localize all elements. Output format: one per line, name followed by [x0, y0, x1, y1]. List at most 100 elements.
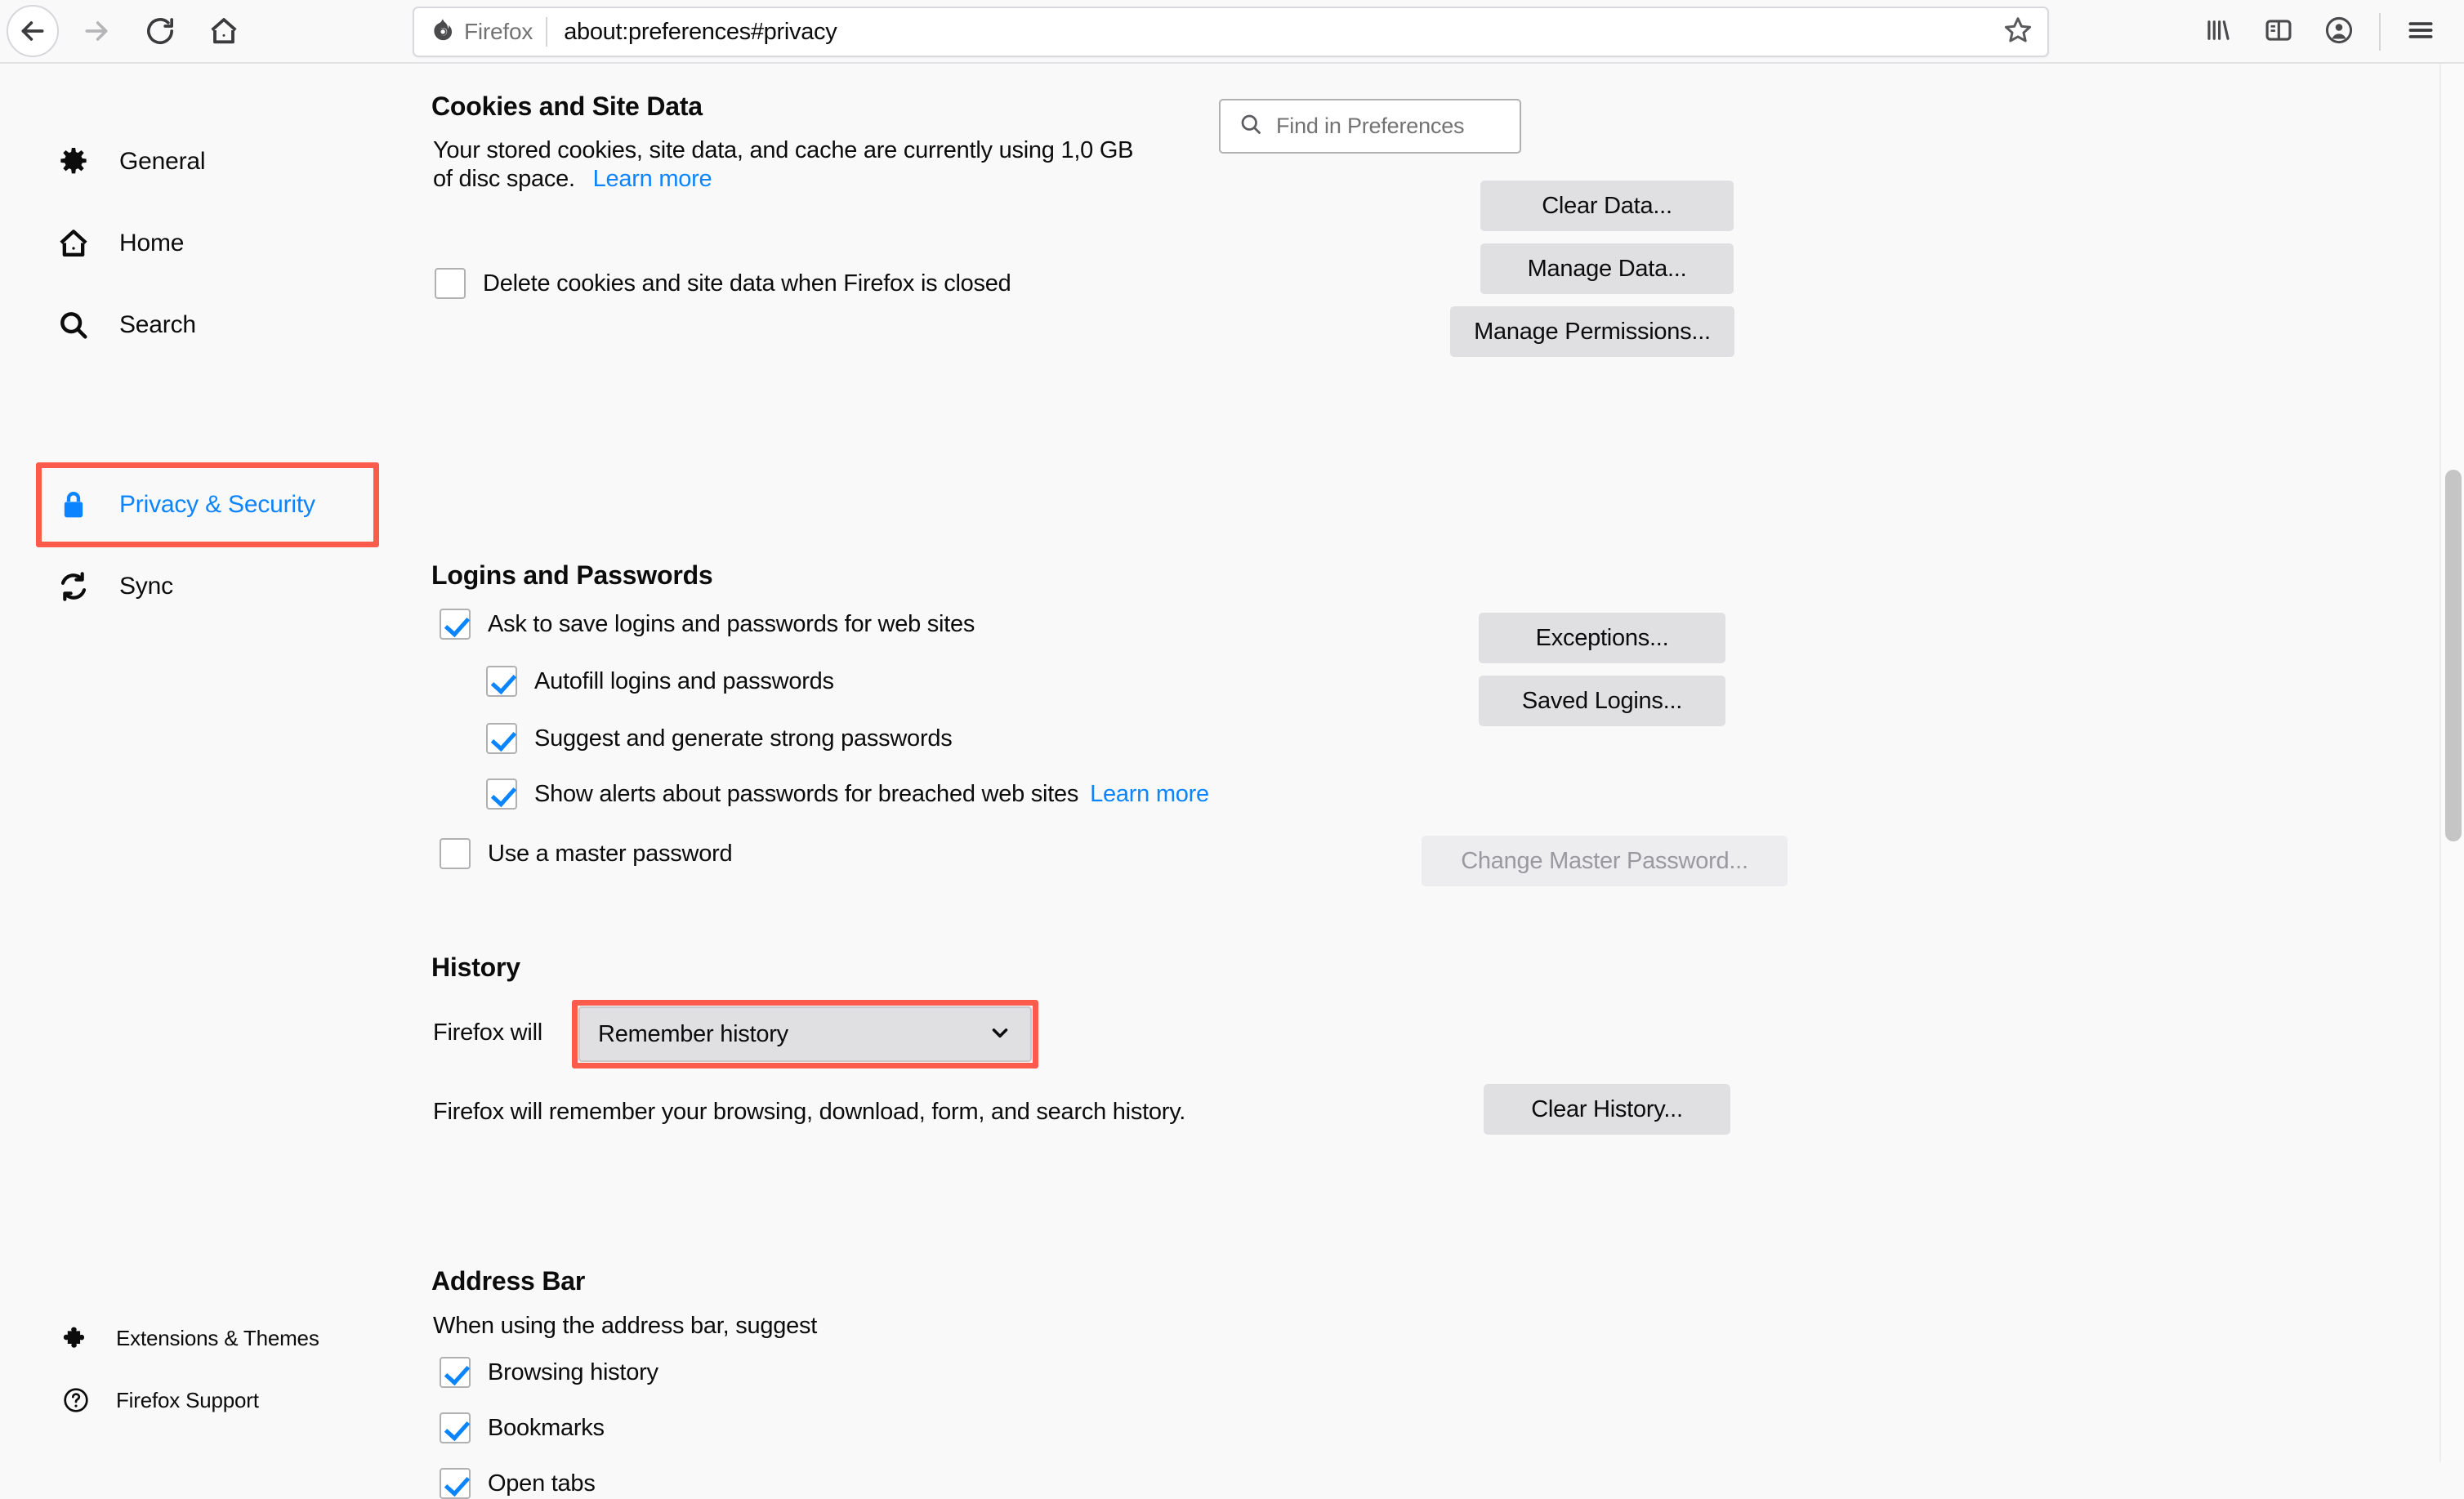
- identity-label: Firefox: [464, 19, 533, 45]
- home-icon: [208, 15, 240, 47]
- breach-alerts-learn-more-link[interactable]: Learn more: [1090, 781, 1209, 807]
- manage-data-button[interactable]: Manage Data...: [1480, 243, 1734, 294]
- cookies-description-line1: Your stored cookies, site data, and cach…: [433, 137, 1133, 163]
- section-title-address-bar: Address Bar: [431, 1266, 585, 1296]
- url-input[interactable]: about:preferences#privacy: [564, 19, 1993, 46]
- ask-to-save-logins-checkbox[interactable]: [440, 609, 471, 640]
- cookies-learn-more-link[interactable]: Learn more: [593, 166, 712, 192]
- sidebar-item-label: General: [119, 148, 205, 176]
- ask-to-save-logins-row[interactable]: Ask to save logins and passwords for web…: [440, 609, 975, 640]
- suggest-open-tabs-label: Open tabs: [488, 1470, 596, 1497]
- sync-icon: [57, 570, 101, 603]
- puzzle-piece-icon: [62, 1324, 100, 1352]
- firefox-logo-icon: [429, 16, 457, 48]
- lock-icon: [57, 489, 101, 521]
- suggest-strong-passwords-label: Suggest and generate strong passwords: [534, 725, 952, 752]
- account-button[interactable]: [2309, 6, 2369, 58]
- suggest-bookmarks-checkbox[interactable]: [440, 1412, 471, 1443]
- saved-logins-button[interactable]: Saved Logins...: [1479, 676, 1725, 726]
- account-icon: [2323, 15, 2355, 50]
- preferences-page: Find in Preferences General Home: [0, 64, 2464, 1462]
- sidebar-icon: [2263, 15, 2294, 50]
- autofill-logins-label: Autofill logins and passwords: [534, 668, 834, 695]
- section-title-history: History: [431, 952, 520, 983]
- section-title-logins: Logins and Passwords: [431, 560, 713, 591]
- chevron-down-icon: [988, 1020, 1012, 1049]
- cookies-description: Your stored cookies, site data, and cach…: [433, 136, 1266, 194]
- toolbar-right-actions: [2188, 0, 2451, 64]
- delete-cookies-on-close-checkbox[interactable]: [435, 268, 466, 299]
- forward-button[interactable]: [70, 5, 123, 57]
- history-mode-dropdown[interactable]: Remember history: [578, 1006, 1032, 1062]
- firefox-will-label: Firefox will: [433, 1019, 542, 1047]
- library-icon: [2203, 15, 2234, 50]
- use-master-password-row[interactable]: Use a master password: [440, 838, 732, 869]
- search-icon: [57, 309, 101, 341]
- sidebar-item-sync[interactable]: Sync: [57, 558, 384, 615]
- sidebar-item-label: Extensions & Themes: [116, 1326, 319, 1351]
- home-button[interactable]: [198, 5, 250, 57]
- identity-box[interactable]: Firefox: [414, 8, 544, 56]
- breach-alerts-text: Show alerts about passwords for breached…: [534, 781, 1078, 807]
- sidebar-item-extensions-themes[interactable]: Extensions & Themes: [62, 1315, 389, 1361]
- use-master-password-label: Use a master password: [488, 841, 732, 868]
- library-button[interactable]: [2188, 6, 2248, 58]
- suggest-open-tabs-row[interactable]: Open tabs: [440, 1468, 596, 1499]
- manage-permissions-button[interactable]: Manage Permissions...: [1450, 306, 1734, 357]
- suggest-open-tabs-checkbox[interactable]: [440, 1468, 471, 1499]
- sidebar-item-firefox-support[interactable]: Firefox Support: [62, 1377, 389, 1423]
- ask-to-save-logins-label: Ask to save logins and passwords for web…: [488, 611, 975, 638]
- sidebar-item-general[interactable]: General: [57, 133, 384, 190]
- suggest-bookmarks-label: Bookmarks: [488, 1415, 605, 1442]
- forward-arrow-icon: [80, 15, 113, 47]
- sidebar-item-home[interactable]: Home: [57, 215, 384, 272]
- breach-alerts-checkbox[interactable]: [486, 778, 517, 810]
- toolbar-separator: [2379, 13, 2381, 51]
- sidebar-item-label: Home: [119, 230, 184, 257]
- star-icon: [2002, 15, 2033, 50]
- scrollbar-thumb[interactable]: [2445, 470, 2462, 841]
- address-bar[interactable]: Firefox about:preferences#privacy: [413, 7, 2049, 57]
- back-button[interactable]: [7, 5, 59, 57]
- delete-cookies-on-close-label: Delete cookies and site data when Firefo…: [483, 270, 1011, 297]
- reload-button[interactable]: [134, 5, 186, 57]
- back-arrow-icon: [16, 15, 49, 47]
- suggest-bookmarks-row[interactable]: Bookmarks: [440, 1412, 605, 1443]
- clear-data-button[interactable]: Clear Data...: [1480, 181, 1734, 231]
- sidebar-button[interactable]: [2248, 6, 2309, 58]
- change-master-password-button: Change Master Password...: [1422, 836, 1788, 886]
- sidebar-item-label: Firefox Support: [116, 1388, 259, 1413]
- cookies-description-line2: of disc space.: [433, 166, 575, 192]
- sidebar-item-label: Privacy & Security: [119, 491, 315, 519]
- breach-alerts-row[interactable]: Show alerts about passwords for breached…: [486, 778, 1209, 810]
- autofill-logins-checkbox[interactable]: [486, 666, 517, 697]
- bookmark-button[interactable]: [1993, 7, 2042, 56]
- exceptions-button[interactable]: Exceptions...: [1479, 613, 1725, 663]
- suggest-browsing-history-checkbox[interactable]: [440, 1357, 471, 1388]
- browser-toolbar: Firefox about:preferences#privacy: [0, 0, 2464, 64]
- suggest-strong-passwords-checkbox[interactable]: [486, 723, 517, 754]
- app-menu-button[interactable]: [2390, 6, 2451, 58]
- preferences-sidebar: General Home Search: [0, 64, 408, 1462]
- section-title-cookies: Cookies and Site Data: [431, 91, 703, 122]
- suggest-strong-passwords-row[interactable]: Suggest and generate strong passwords: [486, 723, 952, 754]
- history-mode-selected-value: Remember history: [598, 1021, 988, 1048]
- clear-history-button[interactable]: Clear History...: [1484, 1084, 1730, 1135]
- suggest-browsing-history-row[interactable]: Browsing history: [440, 1357, 658, 1388]
- preferences-content: Cookies and Site Data Your stored cookie…: [408, 64, 2418, 1462]
- breach-alerts-label: Show alerts about passwords for breached…: [534, 781, 1209, 808]
- history-description: Firefox will remember your browsing, dow…: [433, 1098, 1185, 1126]
- home-icon: [57, 227, 101, 260]
- page-scrollbar[interactable]: [2439, 64, 2464, 1462]
- autofill-logins-row[interactable]: Autofill logins and passwords: [486, 666, 834, 697]
- question-mark-icon: [62, 1386, 100, 1414]
- delete-cookies-on-close-row[interactable]: Delete cookies and site data when Firefo…: [435, 268, 1011, 299]
- gear-icon: [57, 145, 101, 178]
- identity-separator: [546, 17, 547, 47]
- sidebar-item-label: Sync: [119, 573, 173, 600]
- sidebar-item-privacy-security[interactable]: Privacy & Security: [57, 476, 384, 533]
- menu-icon: [2405, 15, 2436, 50]
- suggest-browsing-history-label: Browsing history: [488, 1359, 658, 1386]
- sidebar-item-search[interactable]: Search: [57, 297, 384, 354]
- use-master-password-checkbox[interactable]: [440, 838, 471, 869]
